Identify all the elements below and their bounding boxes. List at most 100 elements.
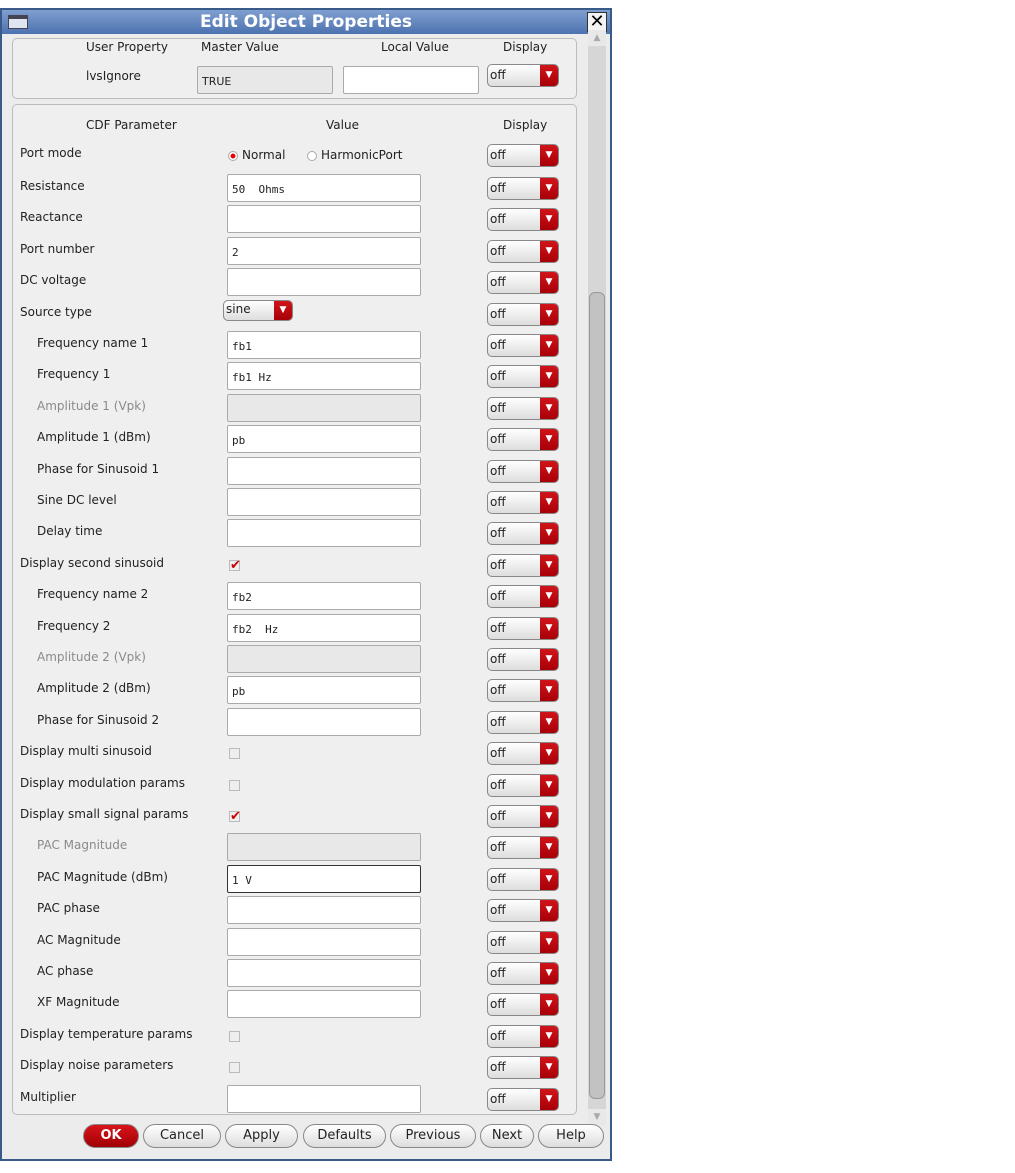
display-second-sinusoid-checkbox[interactable]: ✔ (229, 559, 241, 572)
scroll-up-icon[interactable]: ▲ (588, 30, 606, 46)
dc-voltage-label: DC voltage (20, 273, 87, 288)
pac-magnitude-display-dropdown[interactable]: off ▼ (487, 836, 559, 860)
resistance-display-dropdown[interactable]: off ▼ (487, 177, 559, 200)
amplitude-2-vpk-display-dropdown[interactable]: off ▼ (487, 648, 559, 671)
chevron-down-icon: ▼ (540, 1088, 558, 1110)
frequency-name-1-display-dropdown[interactable]: off ▼ (487, 334, 559, 357)
radio-normal[interactable]: Normal (228, 148, 285, 162)
reactance-input[interactable] (227, 205, 421, 234)
sine-dc-level-input[interactable] (227, 488, 421, 516)
apply-button[interactable]: Apply (225, 1124, 298, 1148)
dropdown-value: off (490, 181, 506, 195)
dropdown-value: off (490, 212, 506, 227)
display-small-signal-params-display-dropdown[interactable]: off ▼ (487, 805, 559, 828)
chevron-down-icon: ▼ (540, 806, 558, 827)
display-noise-parameters-checkbox[interactable] (229, 1062, 240, 1074)
ac-magnitude-display-dropdown[interactable]: off ▼ (487, 930, 559, 954)
source-type-display-dropdown[interactable]: off ▼ (487, 302, 559, 326)
display-second-sinusoid-display-dropdown[interactable]: off ▼ (487, 553, 559, 577)
chevron-down-icon: ▼ (540, 711, 558, 733)
radio-harmonicport[interactable]: HarmonicPort (307, 148, 402, 162)
user-display-dropdown[interactable]: off ▼ (487, 64, 559, 87)
reactance-display-dropdown[interactable]: off ▼ (487, 208, 559, 232)
delay-time-input[interactable] (227, 519, 421, 548)
scrollbar-thumb[interactable] (589, 292, 605, 1099)
pac-magnitude-dbm-display-dropdown[interactable]: off ▼ (487, 867, 559, 891)
frequency-name-2-display-dropdown[interactable]: off ▼ (487, 585, 559, 609)
dropdown-value: off (490, 557, 506, 572)
dc-voltage-input[interactable] (227, 268, 421, 297)
pac-phase-input[interactable] (227, 896, 421, 925)
sine-dc-level-display-dropdown[interactable]: off ▼ (487, 491, 559, 514)
radio-icon (307, 150, 317, 161)
frequency-2-input[interactable]: fb2 Hz (227, 613, 421, 642)
scroll-down-icon[interactable]: ▼ (588, 1109, 606, 1125)
phase-for-sinusoid-2-display-dropdown[interactable]: off ▼ (487, 710, 559, 734)
help-button[interactable]: Help (538, 1124, 604, 1148)
chevron-down-icon: ▼ (274, 300, 292, 320)
chevron-down-icon: ▼ (540, 335, 558, 356)
delay-time-display-dropdown[interactable]: off ▼ (487, 522, 559, 546)
frequency-1-display-dropdown[interactable]: off ▼ (487, 365, 559, 389)
dc-voltage-display-dropdown[interactable]: off ▼ (487, 271, 559, 295)
frequency-1-input[interactable]: fb1 Hz (227, 362, 421, 391)
multiplier-display-dropdown[interactable]: off ▼ (487, 1087, 559, 1111)
port-mode-display-dropdown[interactable]: off ▼ (487, 144, 559, 167)
chevron-down-icon: ▼ (540, 1025, 558, 1047)
source-type-dropdown[interactable]: sine ▼ (223, 299, 293, 321)
xf-magnitude-input[interactable] (227, 990, 421, 1019)
window-menu-icon[interactable] (8, 15, 28, 29)
amplitude-2-dbm-display-dropdown[interactable]: off ▼ (487, 679, 559, 703)
pac-phase-display-dropdown[interactable]: off ▼ (487, 899, 559, 923)
master-value-field: TRUE (197, 66, 333, 94)
pac-magnitude-dbm-input[interactable]: 1 V (227, 864, 421, 893)
chevron-down-icon: ▼ (540, 460, 558, 482)
ok-button[interactable]: OK (83, 1124, 139, 1148)
ac-phase-display-dropdown[interactable]: off ▼ (487, 962, 559, 985)
chevron-down-icon: ▼ (540, 492, 558, 513)
local-value-input[interactable] (343, 66, 479, 94)
frequency-2-display-dropdown[interactable]: off ▼ (487, 616, 559, 640)
chevron-down-icon: ▼ (540, 272, 558, 294)
display-noise-parameters-display-dropdown[interactable]: off ▼ (487, 1056, 559, 1080)
amplitude-1-dbm-display-dropdown[interactable]: off ▼ (487, 428, 559, 452)
frequency-name-2-input[interactable]: fb2 (227, 582, 421, 611)
port-number-display-dropdown[interactable]: off ▼ (487, 239, 559, 263)
amplitude-2-dbm-label: Amplitude 2 (dBm) (37, 681, 151, 696)
port-number-label: Port number (20, 241, 95, 256)
frequency-name-1-input[interactable]: fb1 (227, 331, 421, 359)
cancel-button[interactable]: Cancel (143, 1124, 221, 1148)
ac-magnitude-input[interactable] (227, 927, 421, 956)
display-temperature-params-display-dropdown[interactable]: off ▼ (487, 1024, 559, 1048)
phase-for-sinusoid-1-display-dropdown[interactable]: off ▼ (487, 459, 559, 483)
display-multi-sinusoid-checkbox[interactable] (229, 748, 240, 760)
display-modulation-params-checkbox[interactable] (229, 779, 240, 791)
defaults-button[interactable]: Defaults (303, 1124, 386, 1148)
display-second-sinusoid-label: Display second sinusoid (20, 555, 164, 570)
close-button[interactable]: ✕ (587, 12, 607, 32)
ac-magnitude-label: AC Magnitude (37, 932, 121, 947)
display-temperature-params-checkbox[interactable] (229, 1030, 240, 1042)
dropdown-value: off (490, 746, 506, 761)
resistance-input[interactable]: 50 Ohms (227, 174, 421, 202)
pac-phase-label: PAC phase (37, 901, 100, 916)
display-multi-sinusoid-display-dropdown[interactable]: off ▼ (487, 742, 559, 766)
display-modulation-params-display-dropdown[interactable]: off ▼ (487, 773, 559, 797)
amplitude-2-dbm-input[interactable]: pb (227, 676, 421, 705)
multiplier-input[interactable] (227, 1084, 421, 1113)
source-type-label: Source type (20, 304, 92, 319)
phase-for-sinusoid-1-input[interactable] (227, 456, 421, 485)
xf-magnitude-label: XF Magnitude (37, 995, 120, 1010)
xf-magnitude-display-dropdown[interactable]: off ▼ (487, 993, 559, 1017)
next-button[interactable]: Next (480, 1124, 534, 1148)
vertical-scrollbar[interactable]: ▲ ▼ (588, 30, 606, 1125)
chevron-down-icon: ▼ (540, 649, 558, 670)
amplitude-1-vpk-display-dropdown[interactable]: off ▼ (487, 396, 559, 420)
port-number-input[interactable]: 2 (227, 236, 421, 265)
display-small-signal-params-checkbox[interactable]: ✔ (229, 810, 241, 823)
ac-phase-input[interactable] (227, 959, 421, 987)
previous-button[interactable]: Previous (390, 1124, 476, 1148)
phase-for-sinusoid-2-input[interactable] (227, 707, 421, 736)
display-small-signal-params-label: Display small signal params (20, 807, 189, 821)
amplitude-1-dbm-input[interactable]: pb (227, 425, 421, 454)
